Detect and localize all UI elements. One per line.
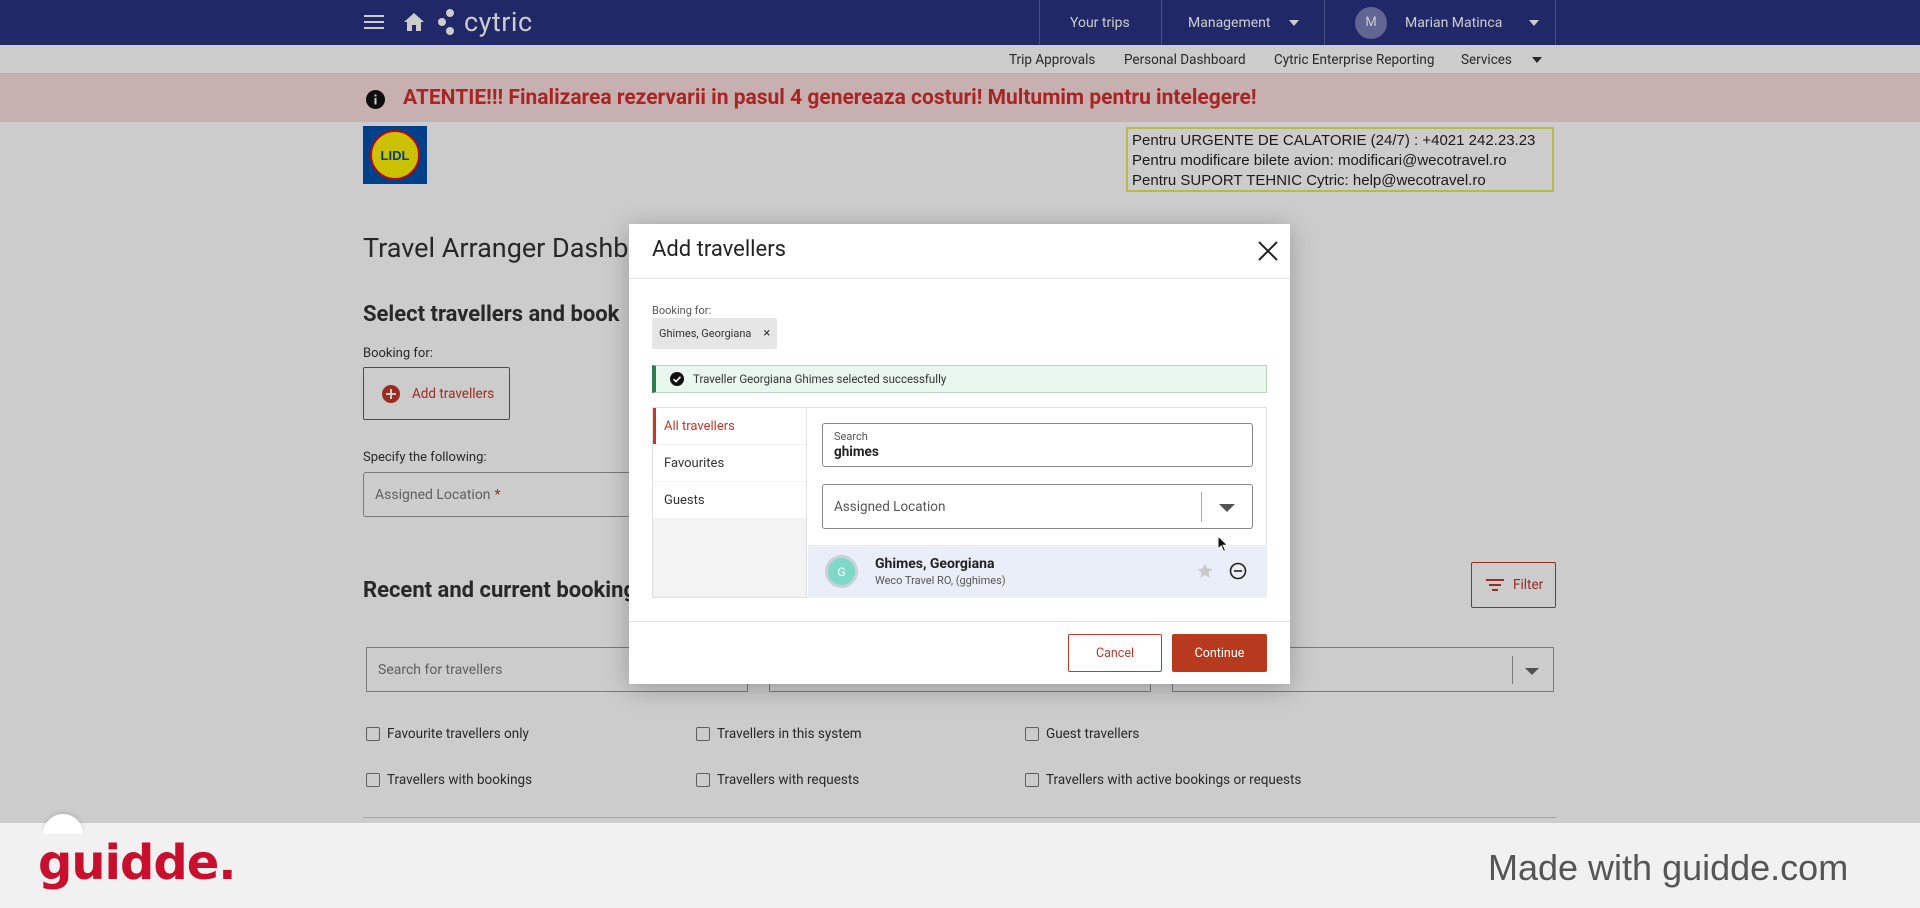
cancel-button[interactable]: Cancel [1068, 634, 1162, 672]
success-message: Traveller Georgiana Ghimes selected succ… [652, 365, 1267, 393]
result-avatar: G [825, 555, 858, 588]
mouse-cursor-icon [1217, 534, 1229, 553]
continue-button[interactable]: Continue [1172, 634, 1267, 672]
booking-for-label: Booking for: [652, 304, 712, 317]
add-travellers-dialog: Add travellers Booking for: Ghimes, Geor… [629, 224, 1290, 684]
dialog-title: Add travellers [652, 237, 787, 262]
result-name: Ghimes, Georgiana [875, 556, 995, 572]
remove-circle-icon[interactable] [1229, 562, 1247, 580]
search-label: Search [834, 430, 868, 443]
close-icon[interactable] [1257, 240, 1279, 262]
dialog-footer-divider [629, 621, 1290, 622]
tab-favourites[interactable]: Favourites [653, 445, 806, 481]
star-icon[interactable] [1196, 562, 1214, 580]
traveller-panel: All travellers Favourites Guests Search … [652, 407, 1267, 598]
traveller-chip: Ghimes, Georgiana × [652, 318, 778, 349]
guidde-footer: guidde. Made with guidde.com [0, 823, 1920, 908]
search-value: ghimes [834, 444, 879, 460]
tab-all-travellers[interactable]: All travellers [653, 408, 806, 444]
made-with-text: Made with guidde.com [1488, 847, 1849, 888]
guidde-logo: guidde. [38, 835, 236, 891]
tab-guests[interactable]: Guests [653, 482, 806, 518]
search-input[interactable]: Search ghimes [822, 423, 1253, 467]
result-subtitle: Weco Travel RO, (gghimes) [875, 574, 1006, 587]
dialog-header: Add travellers [629, 224, 1290, 279]
assigned-location-dropdown[interactable]: Assigned Location [822, 484, 1253, 529]
tab-list: All travellers Favourites Guests [653, 408, 807, 597]
chevron-down-icon [1219, 504, 1235, 512]
result-row[interactable]: G Ghimes, Georgiana Weco Travel RO, (ggh… [808, 545, 1267, 598]
chip-remove-icon[interactable]: × [763, 326, 770, 341]
check-circle-icon [670, 372, 684, 386]
